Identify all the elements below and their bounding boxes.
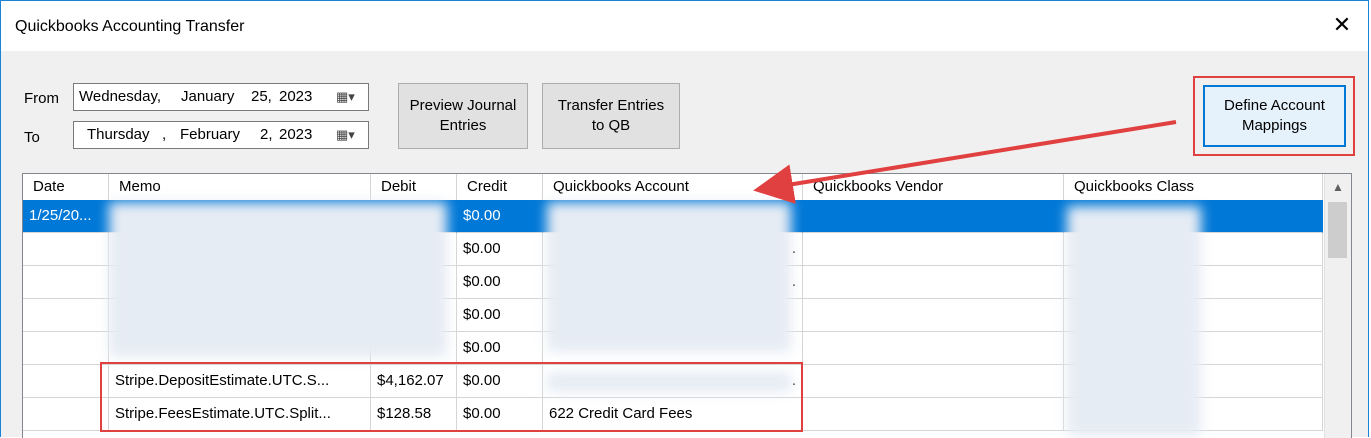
quickbooks-transfer-window: Quickbooks Accounting Transfer ✕ From To… xyxy=(0,0,1369,438)
annotation-arrow xyxy=(753,120,1177,204)
